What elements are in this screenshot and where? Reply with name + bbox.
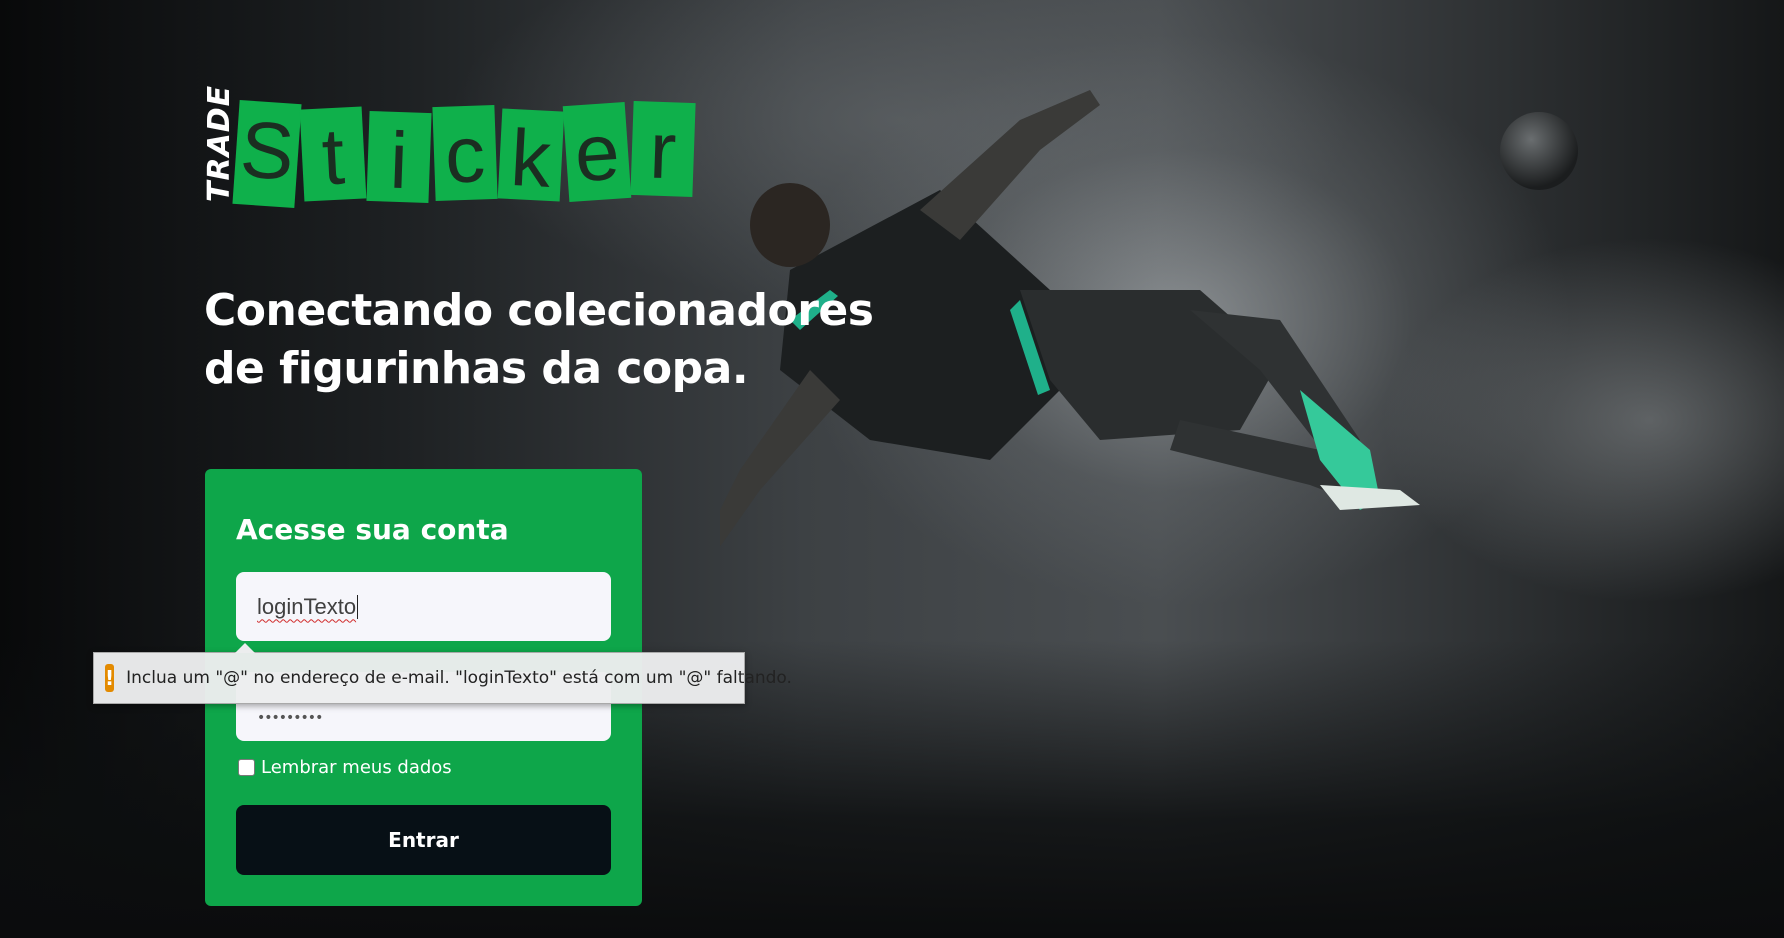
logo-letter: c [432,104,498,202]
warning-icon: ! [105,664,115,692]
email-input[interactable]: loginTexto [236,572,611,641]
hero-headline-line-1: Conectando colecionadores [204,285,874,336]
logo-letter: e [562,101,632,203]
password-input-value: ••••••••• [257,710,323,726]
email-validation-tooltip: ! Inclua um "@" no endereço de e-mail. "… [93,643,792,704]
remember-me[interactable]: Lembrar meus dados [238,757,452,778]
logo-prefix: TRADE [202,84,237,202]
logo-letter: S [232,99,302,209]
trade-sticker-logo: TRADE S t i c k e r [200,85,710,218]
email-input-value: loginTexto [257,593,357,619]
logo-letter: k [497,108,565,204]
login-title: Acesse sua conta [236,513,509,546]
text-cursor [357,594,359,619]
remember-me-label: Lembrar meus dados [261,757,452,778]
hero-headline-line-2: de figurinhas da copa. [204,343,749,394]
logo-letter: i [366,110,432,205]
validation-message: Inclua um "@" no endereço de e-mail. "lo… [126,668,792,688]
logo-wordmark: S t i c k e r [232,99,696,209]
hero-headline: Conectando colecionadores de figurinhas … [204,282,904,398]
remember-me-checkbox[interactable] [238,759,255,776]
logo-letter: r [630,100,696,198]
login-button[interactable]: Entrar [236,805,611,875]
logo-letter: t [299,106,367,202]
